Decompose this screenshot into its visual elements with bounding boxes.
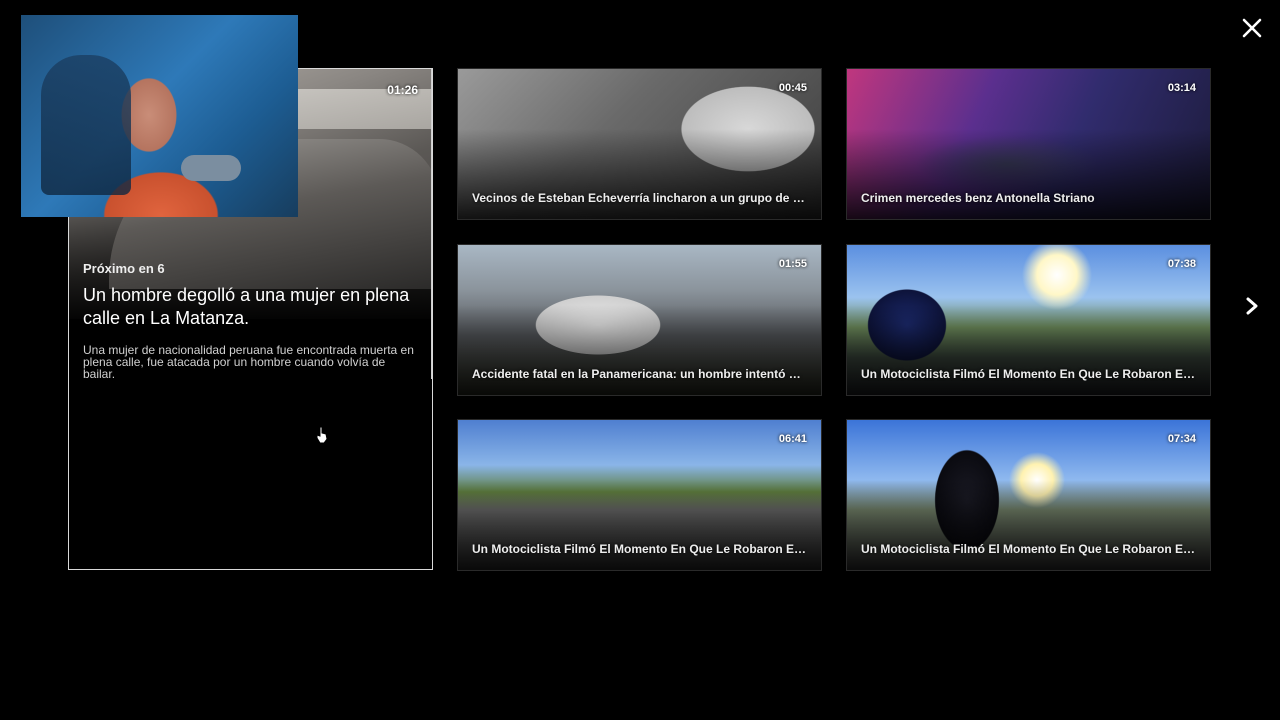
related-video-tile[interactable]: 01:55 Accidente fatal en la Panamericana… xyxy=(457,244,822,396)
hand-cursor-icon xyxy=(316,426,328,444)
up-next-duration: 01:26 xyxy=(387,83,418,97)
related-video-tile[interactable]: 07:34 Un Motociclista Filmó El Momento E… xyxy=(846,419,1211,571)
video-duration: 00:45 xyxy=(778,82,807,94)
close-button[interactable] xyxy=(1236,12,1268,44)
chevron-right-icon xyxy=(1246,297,1258,315)
related-video-tile[interactable]: 06:41 Un Motociclista Filmó El Momento E… xyxy=(457,419,822,571)
video-duration: 03:14 xyxy=(1167,82,1196,94)
up-next-info: Próximo en 6 Un hombre degolló a una muj… xyxy=(83,261,418,380)
next-page-button[interactable] xyxy=(1236,288,1268,324)
video-duration: 07:38 xyxy=(1167,258,1196,270)
video-title: Accidente fatal en la Panamericana: un h… xyxy=(472,367,807,381)
up-next-description: Una mujer de nacionalidad peruana fue en… xyxy=(83,343,414,381)
video-duration: 01:55 xyxy=(778,258,807,270)
video-title: Crimen mercedes benz Antonella Striano xyxy=(861,191,1095,205)
webcam-overlay xyxy=(21,15,298,217)
related-video-tile[interactable]: 00:45 Vecinos de Esteban Echeverría linc… xyxy=(457,68,822,220)
autoplay-countdown: Próximo en 6 xyxy=(83,261,165,276)
video-title: Un Motociclista Filmó El Momento En Que … xyxy=(861,542,1196,556)
related-video-tile[interactable]: 07:38 Un Motociclista Filmó El Momento E… xyxy=(846,244,1211,396)
related-video-tile[interactable]: 03:14 Crimen mercedes benz Antonella Str… xyxy=(846,68,1211,220)
video-title: Un Motociclista Filmó El Momento En Que … xyxy=(472,542,807,556)
video-duration: 07:34 xyxy=(1167,433,1196,445)
up-next-title: Un hombre degolló a una mujer en plena c… xyxy=(83,285,410,328)
video-title: Vecinos de Esteban Echeverría lincharon … xyxy=(472,191,807,205)
close-x-icon xyxy=(1242,18,1262,38)
video-duration: 06:41 xyxy=(778,433,807,445)
scrollbar[interactable] xyxy=(431,69,432,379)
video-title: Un Motociclista Filmó El Momento En Que … xyxy=(861,367,1196,381)
